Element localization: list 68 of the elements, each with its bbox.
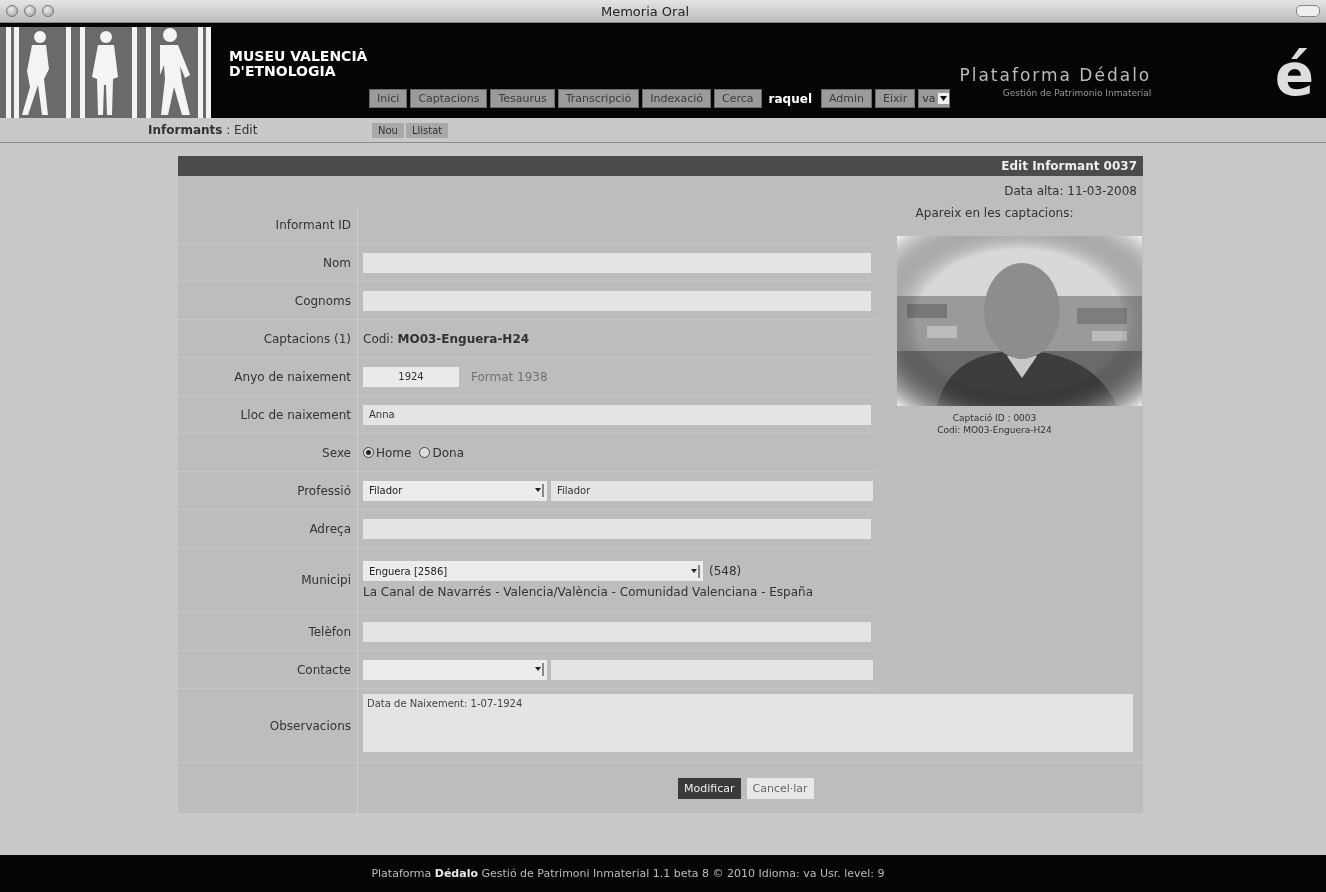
nav-button[interactable]: Cerca	[714, 89, 762, 108]
field-label: Anyo de naixement	[234, 369, 351, 384]
field-label: Municipi	[301, 573, 351, 587]
user-name: raquel	[768, 92, 812, 106]
window-control-button[interactable]	[42, 5, 54, 17]
dropdown[interactable]	[363, 659, 547, 680]
window-control-button[interactable]	[24, 5, 36, 17]
text-field[interactable]	[363, 621, 871, 642]
field-label: Professió	[297, 483, 351, 498]
page-title: Informants : Edit	[148, 123, 259, 137]
text-field[interactable]	[363, 252, 871, 273]
dropdown-arrow-icon	[533, 663, 544, 676]
dropdown[interactable]: Filador	[363, 480, 547, 501]
field-label: Adreça	[309, 521, 351, 536]
format-hint: Format 1938	[471, 369, 548, 384]
language-select[interactable]: va	[918, 89, 951, 108]
captions-heading: Apareix en les captacions:	[915, 206, 1074, 220]
nav-button[interactable]: Transcripció	[557, 89, 640, 108]
field-label: Cognoms	[294, 293, 351, 308]
radio-label: Home	[376, 445, 412, 460]
location-text: La Canal de Navarrés - Valencia/València - Comunidad Valenciana - España	[363, 585, 814, 599]
text-field[interactable]: Filador	[551, 480, 873, 501]
field-label: Contacte	[296, 662, 351, 677]
nav-button[interactable]: Indexació	[642, 89, 712, 108]
text-field[interactable]	[551, 659, 873, 680]
window-control-button[interactable]	[6, 5, 18, 17]
nav-button[interactable]: Captacions	[410, 89, 488, 108]
window-title: Memoria Oral	[599, 3, 690, 19]
year-field[interactable]: 1924	[363, 366, 459, 387]
dropdown-arrow-icon	[940, 96, 948, 101]
date-text: Data alta: 11-03-2008	[1004, 184, 1137, 198]
form-title: Edit Informant 0037	[178, 156, 1143, 176]
radio-button[interactable]	[419, 447, 431, 458]
dropdown-arrow-icon	[533, 484, 544, 497]
photo-caption: Captació ID : 0003	[951, 412, 1038, 424]
text-field[interactable]	[363, 518, 871, 539]
radio-label: Dona	[432, 445, 464, 460]
field-label: Telèfon	[308, 624, 351, 639]
radio-button[interactable]	[363, 447, 374, 458]
text-field[interactable]	[363, 290, 871, 311]
text-field[interactable]: Anna	[363, 404, 871, 425]
submit-button[interactable]: Modificar	[678, 777, 741, 799]
subnav-button[interactable]: Nou	[372, 122, 404, 138]
brand-title: Plataforma Dédalo	[959, 65, 1152, 85]
museum-name: D'ETNOLOGIA	[229, 64, 337, 79]
brand-mark: é	[1273, 40, 1315, 111]
field-label: Captacions (1)	[263, 331, 351, 346]
cancel-button[interactable]: Cancel·lar	[746, 777, 814, 799]
nav-button[interactable]: Inici	[369, 89, 408, 108]
footer-text: Plataforma Dédalo Gestió de Patrimoni Inmaterial 1.1 beta 8 © 2010 Idioma: va Usr. level: 9	[371, 867, 885, 880]
field-label: Sexe	[322, 445, 351, 460]
nav-button[interactable]: Eixir	[875, 89, 916, 108]
field-label: Informant ID	[275, 217, 351, 232]
nav-button[interactable]: Admin	[821, 89, 873, 108]
count-text: (548)	[709, 564, 742, 578]
captacio-code: Codi: MO03-Enguera-H24	[363, 331, 530, 346]
brand-subtitle: Gestión de Patrimonio Inmaterial	[1002, 88, 1152, 98]
nav-button[interactable]: Tesaurus	[490, 89, 555, 108]
dropdown-arrow-icon	[689, 564, 700, 578]
observations-field[interactable]: Data de Naixement: 1-07-1924	[363, 694, 1133, 752]
subnav-button[interactable]: Llistat	[405, 122, 449, 138]
field-label: Observacions	[269, 718, 351, 733]
field-label: Nom	[323, 255, 351, 270]
field-label: Lloc de naixement	[240, 407, 351, 422]
dropdown[interactable]: Enguera [2586]	[363, 561, 703, 581]
photo-caption: Codi: MO03-Enguera-H24	[937, 424, 1052, 436]
museum-name: MUSEU VALENCIÀ	[229, 49, 369, 64]
toolbar-toggle-button[interactable]	[1296, 5, 1320, 17]
